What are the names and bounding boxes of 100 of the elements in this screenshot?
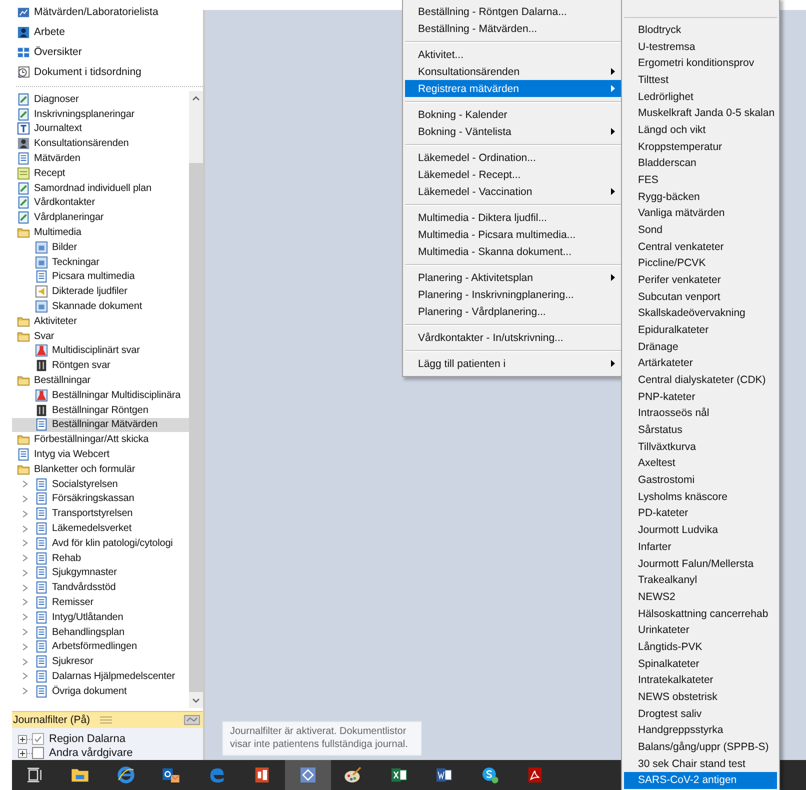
menu-item[interactable]: Central venkateter [624, 238, 777, 256]
menu-item[interactable]: Beställning - Mätvärden... [405, 20, 621, 37]
menu-item[interactable]: Vanliga mätvärden [624, 205, 777, 222]
menu-item[interactable]: Epiduralkateter [624, 322, 777, 339]
tree-item[interactable]: Skannade dokument [12, 299, 189, 314]
tree-item[interactable]: Intyg via Webcert [12, 447, 189, 462]
menu-item[interactable]: Tillväxtkurva [624, 438, 777, 456]
tree-item[interactable]: Blanketter och formulär [12, 462, 189, 477]
menu-item[interactable]: Bokning - Väntelista [405, 123, 621, 140]
nav-item[interactable]: Arbete [12, 22, 203, 42]
menu-item[interactable]: Piccline/PCVK [624, 255, 777, 272]
menu-item[interactable]: NEWS2 [624, 588, 777, 606]
menu-item[interactable]: Ledrörlighet [624, 88, 777, 106]
menu-item[interactable]: U-testremsa [624, 38, 777, 56]
tree-item[interactable]: Röntgen svar [12, 358, 189, 374]
checkbox[interactable] [32, 747, 44, 759]
menu-item[interactable]: NEWS obstetrisk [624, 688, 777, 706]
menu-item[interactable]: Sond [624, 222, 777, 239]
chevron-icon[interactable] [21, 480, 29, 488]
menu-item[interactable]: Balans/gång/uppr (SPPB-S) [624, 738, 777, 756]
menu-item[interactable]: 30 sek Chair stand test [624, 756, 777, 772]
menu-item[interactable]: Jourmott Ludvika [624, 522, 777, 539]
menu-item[interactable]: Läkemedel - Vaccination [405, 183, 621, 200]
menu-item[interactable]: Längd och vikt [624, 122, 777, 139]
menu-item[interactable]: Multimedia - Diktera ljudfil... [405, 209, 621, 226]
menu-item[interactable]: Artärkateter [624, 355, 777, 372]
menu-item[interactable]: Intratekalkateter [624, 672, 777, 689]
tree-item[interactable]: Bilder [12, 240, 189, 255]
tree-item[interactable]: Socialstyrelsen [12, 476, 189, 492]
chevron-icon[interactable] [21, 539, 29, 548]
menu-item[interactable]: Långtids-PVK [624, 638, 777, 656]
menu-item[interactable]: PNP-kateter [624, 388, 777, 406]
tree-item[interactable]: Teckningar [12, 254, 189, 270]
nav-item[interactable]: Översikter [12, 42, 203, 62]
menu-item[interactable]: Sårstatus [624, 422, 777, 439]
chevron-icon[interactable] [21, 658, 29, 666]
tree-item[interactable]: Multidisciplinärt svar [12, 344, 189, 358]
tree-item[interactable]: Beställningar [12, 373, 189, 388]
tree-item[interactable]: Mätvärden [12, 151, 189, 166]
menu-item[interactable]: Bokning - Kalender [405, 106, 621, 123]
menu-item[interactable]: Handgreppsstyrka [624, 722, 777, 739]
menu-item[interactable]: Jourmott Falun/Mellersta [624, 556, 777, 572]
menu-item[interactable]: Axeltest [624, 455, 777, 472]
menu-item[interactable]: Intraosseös nål [624, 405, 777, 422]
chevron-icon[interactable] [21, 584, 29, 592]
tree-item[interactable]: Sjukgymnaster [12, 566, 189, 580]
menu-item[interactable]: FES [624, 172, 777, 189]
tree-item[interactable]: Diagnoser [12, 92, 189, 107]
tree-item[interactable]: Aktiviteter [12, 314, 189, 329]
tree-item[interactable]: Dikterade ljudfiler [12, 284, 189, 300]
nav-item[interactable]: Dokument i tidsordning [12, 62, 203, 82]
tree-item[interactable]: Samordnad individuell plan [12, 180, 189, 196]
menu-item[interactable]: Spinalkateter [624, 656, 777, 672]
menu-item[interactable]: Muskelkraft Janda 0-5 skalan [624, 105, 777, 122]
taskbar-button[interactable] [285, 760, 330, 790]
menu-item[interactable]: Central dialyskateter (CDK) [624, 372, 777, 389]
menu-item[interactable]: Dränage [624, 338, 777, 356]
chevron-icon[interactable] [21, 687, 29, 696]
tree-item[interactable]: Läkemedelsverket [12, 521, 189, 536]
menu-item[interactable]: Planering - Aktivitetsplan [405, 269, 621, 286]
nav-item[interactable]: Mätvärden/Laboratorielista [12, 2, 203, 22]
tree-item[interactable]: Inskrivningsplaneringar [12, 106, 189, 122]
menu-item[interactable]: Bladderscan [624, 155, 777, 172]
chevron-icon[interactable] [21, 554, 29, 562]
chevron-icon[interactable] [21, 598, 29, 606]
menu-item[interactable]: PD-kateter [624, 505, 777, 522]
menu-item[interactable]: Läkemedel - Recept... [405, 166, 621, 183]
tree-item[interactable]: Avd för klin patologi/cytologi [12, 536, 189, 551]
tree-item[interactable]: Beställningar Mätvärden [12, 418, 189, 432]
tree-item[interactable]: Förbeställningar/Att skicka [12, 432, 189, 448]
chevron-icon[interactable] [21, 613, 29, 622]
tree-item[interactable]: Svar [12, 328, 189, 344]
menu-item[interactable]: Drogtest saliv [624, 706, 777, 722]
menu-item[interactable]: Hälsoskattning cancerrehab [624, 606, 777, 622]
tree-item[interactable]: Journaltext [12, 122, 189, 136]
menu-item[interactable]: Subcutan venport [624, 288, 777, 306]
chevron-icon[interactable] [21, 568, 29, 577]
tree-item[interactable]: Vårdkontakter [12, 196, 189, 210]
tree-item[interactable]: Picsara multimedia [12, 270, 189, 284]
menu-item[interactable]: Planering - Vårdplanering... [405, 303, 621, 320]
menu-item[interactable]: Trakealkanyl [624, 572, 777, 589]
tree-item[interactable]: Multimedia [12, 225, 189, 240]
menu-item[interactable]: Beställning - Röntgen Dalarna... [405, 3, 621, 20]
tree-item[interactable]: Arbetsförmedlingen [12, 639, 189, 654]
tree-item[interactable]: Vårdplaneringar [12, 210, 189, 226]
menu-item[interactable]: Planering - Inskrivningplanering... [405, 286, 621, 303]
menu-icon[interactable] [100, 716, 112, 724]
chevron-icon[interactable] [21, 510, 29, 518]
menu-item[interactable]: Registrera mätvärden [405, 80, 621, 97]
menu-item[interactable]: Tilttest [624, 72, 777, 89]
menu-item[interactable]: Urinkateter [624, 622, 777, 639]
menu-item[interactable]: Konsultationsärenden [405, 63, 621, 80]
menu-item[interactable]: Läkemedel - Ordination... [405, 149, 621, 166]
tree-item[interactable]: Rehab [12, 550, 189, 566]
menu-item[interactable]: Multimedia - Skanna dokument... [405, 243, 621, 260]
menu-item[interactable]: Rygg-bäcken [624, 188, 777, 206]
menu-item[interactable]: Aktivitet... [405, 46, 621, 63]
tree-item[interactable]: Behandlingsplan [12, 624, 189, 640]
tree-item[interactable]: Sjukresor [12, 654, 189, 670]
menu-item[interactable]: Perifer venkateter [624, 272, 777, 289]
